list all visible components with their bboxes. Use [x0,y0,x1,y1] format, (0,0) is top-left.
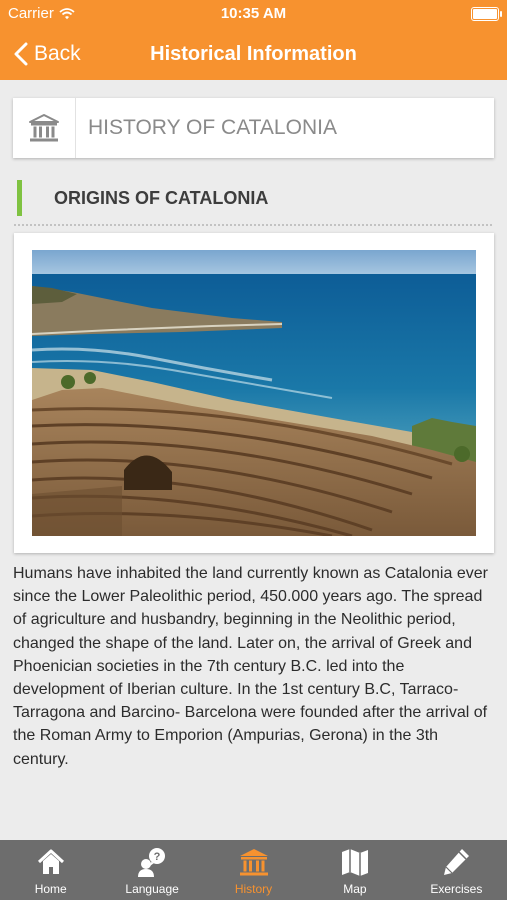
pencil-icon [444,849,470,875]
battery-icon [471,7,502,21]
history-body-text: Humans have inhabited the land currently… [13,565,488,768]
tab-exercises[interactable]: Exercises [406,840,507,900]
tab-map[interactable]: Map [304,840,405,900]
section-accent-bar [17,180,22,216]
chevron-left-icon [14,42,28,66]
tab-label: Map [343,882,367,896]
tab-label: Home [34,882,67,896]
back-button[interactable]: Back [14,28,81,80]
svg-text:?: ? [154,851,161,863]
section-title: ORIGINS OF CATALONIA [54,188,269,208]
home-icon [37,849,64,874]
tab-language[interactable]: ? Language [101,840,202,900]
photo-card [14,233,494,553]
section-heading: ORIGINS OF CATALONIA [17,180,491,216]
tab-label: Language [125,882,179,896]
map-icon [341,849,368,876]
museum-icon [29,114,59,142]
tab-history[interactable]: History [203,840,304,900]
tab-label: History [234,882,273,896]
tab-home[interactable]: Home [0,840,101,900]
tab-label: Exercises [430,882,483,896]
amphitheatre-photo [32,250,476,536]
topic-title: HISTORY OF CATALONIA [88,116,337,139]
back-label: Back [34,42,81,65]
navigation-bar: Back Historical Information [0,28,507,80]
bottom-tab-bar: Home ? Language History Map Exercises [0,840,507,900]
topic-header-card: HISTORY OF CATALONIA [13,98,494,158]
status-time: 10:35 AM [220,5,287,22]
dotted-divider [14,224,492,226]
museum-icon [239,849,268,876]
status-bar: Carrier 10:35 AM [0,0,507,28]
language-icon: ? [138,848,166,877]
topic-icon-cell [13,98,76,158]
